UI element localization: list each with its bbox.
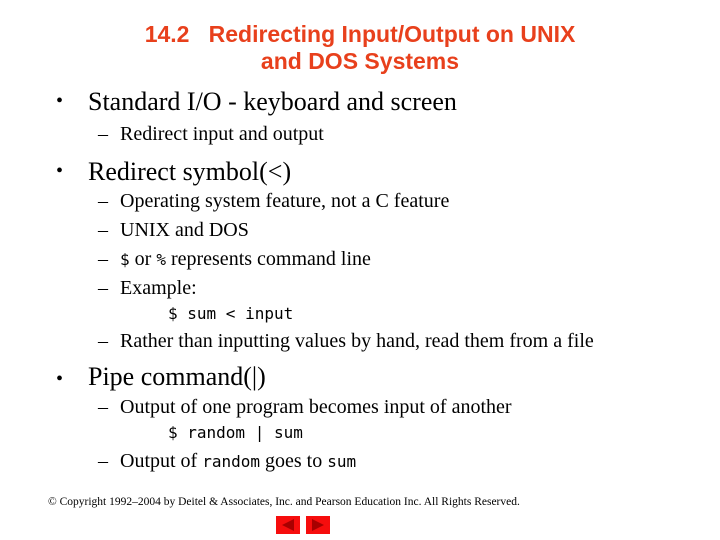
subitem-example: Example: [120, 277, 197, 299]
code-example-random-sum: $ random | sum [168, 423, 303, 442]
dash-marker: – [98, 219, 108, 241]
dash-marker: – [98, 123, 108, 145]
subitem-redirect-io: Redirect input and output [120, 123, 324, 145]
dash-marker: – [98, 330, 108, 352]
subitem-command-line: $ or % represents command line [120, 248, 371, 271]
bullet-pipe-command: Pipe command(|) [88, 362, 266, 391]
dash-marker: – [98, 248, 108, 270]
code-random: random [202, 452, 261, 471]
bullet-dot: • [56, 160, 64, 182]
code-sum: sum [327, 452, 357, 471]
text-goes-to: goes to [260, 450, 328, 472]
dash-marker: – [98, 450, 108, 472]
title-line-2: and DOS Systems [260, 48, 460, 74]
dash-marker: – [98, 190, 108, 212]
text-or: or [129, 248, 157, 270]
code-dollar: $ [120, 250, 130, 269]
dash-marker: – [98, 277, 108, 299]
dash-marker: – [98, 396, 108, 418]
prev-arrow-icon [282, 519, 294, 531]
subitem-output-becomes-input: Output of one program becomes input of a… [120, 396, 512, 418]
subitem-unix-dos: UNIX and DOS [120, 219, 249, 241]
text-represents: represents command line [165, 248, 371, 270]
title-line-1: 14.2 Redirecting Input/Output on UNIX [144, 21, 576, 47]
bullet-redirect-symbol: Redirect symbol(<) [88, 157, 292, 186]
code-example-sum-input: $ sum < input [168, 304, 294, 323]
subitem-os-feature: Operating system feature, not a C featur… [120, 190, 450, 212]
text-output-of: Output of [120, 450, 203, 472]
subitem-read-from-file: Rather than inputting values by hand, re… [120, 330, 594, 352]
bullet-dot: • [56, 90, 64, 112]
subitem-output-of-random: Output of random goes to sum [120, 450, 356, 473]
slide-title: 14.2 Redirecting Input/Output on UNIX an… [0, 21, 720, 75]
bullet-dot: • [56, 368, 64, 390]
prev-slide-button[interactable] [276, 516, 300, 534]
bullet-standard-io: Standard I/O - keyboard and screen [88, 87, 457, 116]
next-slide-button[interactable] [306, 516, 330, 534]
code-percent: % [156, 250, 166, 269]
copyright-notice: © Copyright 1992–2004 by Deitel & Associ… [48, 496, 520, 508]
next-arrow-icon [312, 519, 324, 531]
